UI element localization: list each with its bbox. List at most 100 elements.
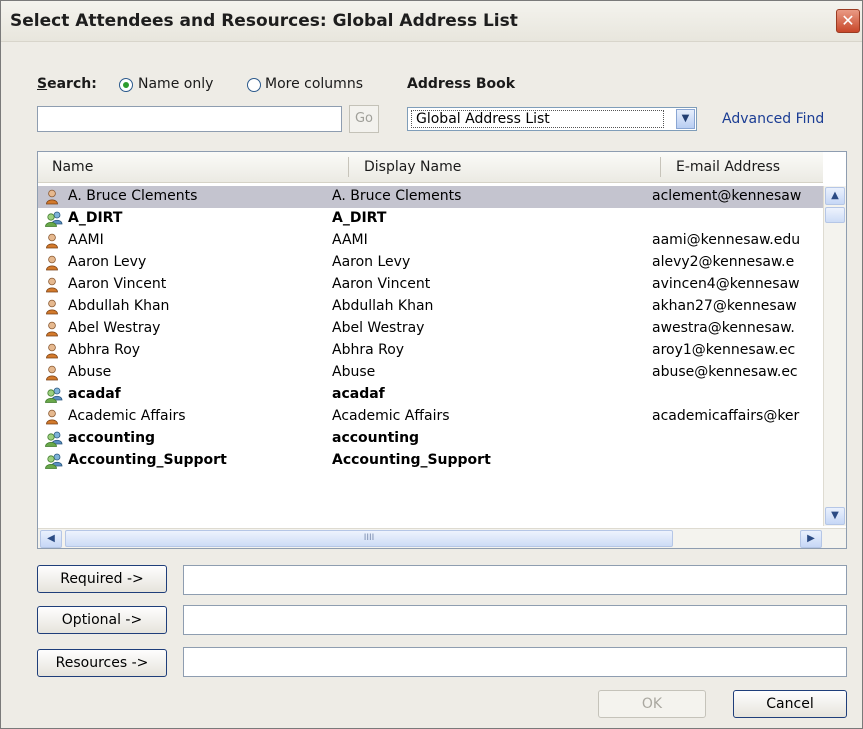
column-divider[interactable]	[348, 157, 349, 177]
row-email: abuse@kennesaw.ec	[652, 364, 798, 380]
list-item[interactable]: Abdullah Khan Abdullah Khan akhan27@kennes…	[38, 296, 823, 318]
group-icon	[45, 387, 63, 407]
row-display-name: acadaf	[332, 386, 385, 402]
column-divider[interactable]	[660, 157, 661, 177]
row-name: Aaron Levy	[68, 254, 147, 270]
person-icon	[45, 409, 59, 429]
row-display-name: accounting	[332, 430, 420, 446]
radio-name-only[interactable]	[119, 78, 133, 92]
optional-field[interactable]	[183, 605, 847, 635]
column-header-display-name[interactable]: Display Name	[364, 159, 461, 175]
row-name: acadaf	[68, 386, 121, 402]
row-email: aroy1@kennesaw.ec	[652, 342, 796, 358]
scroll-right-icon[interactable]: ▶	[800, 530, 822, 548]
row-name: A_DIRT	[68, 210, 123, 226]
group-icon	[45, 453, 63, 473]
advanced-find-link[interactable]: Advanced Find	[722, 111, 824, 127]
go-button[interactable]: Go	[349, 105, 379, 133]
list-rows: A. Bruce Clements A. Bruce Clements acleme…	[38, 186, 823, 472]
row-display-name: Abdullah Khan	[332, 298, 434, 314]
required-field[interactable]	[183, 565, 847, 595]
address-book-label: Address Book	[407, 76, 516, 92]
group-icon	[45, 211, 63, 231]
row-display-name: AAMI	[332, 232, 368, 248]
group-icon	[45, 431, 63, 451]
row-display-name: Academic Affairs	[332, 408, 450, 424]
row-name: Aaron Vincent	[68, 276, 167, 292]
list-item[interactable]: acadaf acadaf	[38, 384, 823, 406]
person-icon	[45, 189, 59, 209]
list-item[interactable]: AAMI AAMI aami@kennesaw.edu	[38, 230, 823, 252]
resources-field[interactable]	[183, 647, 847, 677]
required-button[interactable]: Required ->	[37, 565, 167, 593]
search-label-rest: earch:	[47, 76, 97, 92]
row-email: academicaffairs@ker	[652, 408, 800, 424]
window-title: Select Attendees and Resources: Global A…	[10, 11, 518, 31]
person-icon	[45, 321, 59, 341]
list-item[interactable]: Academic Affairs Academic Affairs academic…	[38, 406, 823, 428]
scroll-thumb[interactable]	[825, 207, 845, 223]
row-display-name: Aaron Levy	[332, 254, 411, 270]
row-name: Abdullah Khan	[68, 298, 170, 314]
chevron-down-icon[interactable]: ▼	[676, 109, 695, 129]
row-name: accounting	[68, 430, 156, 446]
vertical-scrollbar[interactable]: ▲ ▼	[823, 186, 846, 526]
list-item[interactable]: Abuse Abuse abuse@kennesaw.ec	[38, 362, 823, 384]
cancel-button[interactable]: Cancel	[733, 690, 847, 718]
close-icon: ✕	[841, 11, 855, 30]
row-email: akhan27@kennesaw	[652, 298, 797, 314]
row-display-name: A_DIRT	[332, 210, 387, 226]
scroll-left-icon[interactable]: ◀	[40, 530, 62, 548]
horizontal-scroll-thumb[interactable]: IIII	[65, 530, 673, 547]
address-book-dropdown[interactable]: Global Address List ▼	[407, 107, 697, 131]
person-icon	[45, 365, 59, 385]
list-item[interactable]: accounting accounting	[38, 428, 823, 450]
resources-button[interactable]: Resources ->	[37, 649, 167, 677]
list-item[interactable]: Abel Westray Abel Westray awestra@kennesaw…	[38, 318, 823, 340]
row-display-name: A. Bruce Clements	[332, 188, 462, 204]
list-item[interactable]: Aaron Levy Aaron Levy alevy2@kennesaw.e	[38, 252, 823, 274]
row-name: Academic Affairs	[68, 408, 186, 424]
scroll-down-icon[interactable]: ▼	[825, 507, 845, 525]
close-button[interactable]: ✕	[836, 9, 860, 33]
row-display-name: Abel Westray	[332, 320, 425, 336]
list-header: Name Display Name E-mail Address	[38, 152, 823, 183]
row-email: aami@kennesaw.edu	[652, 232, 801, 248]
search-label: Search:	[37, 76, 97, 92]
list-item[interactable]: Accounting_Support Accounting_Support	[38, 450, 823, 472]
list-item[interactable]: Aaron Vincent Aaron Vincent avincen4@kenne…	[38, 274, 823, 296]
row-name: A. Bruce Clements	[68, 188, 198, 204]
person-icon	[45, 233, 59, 253]
row-name: Abel Westray	[68, 320, 161, 336]
address-book-selected: Global Address List	[411, 110, 664, 128]
list-item[interactable]: A_DIRT A_DIRT	[38, 208, 823, 230]
column-header-email[interactable]: E-mail Address	[676, 159, 780, 175]
search-input[interactable]	[37, 106, 342, 132]
radio-more-columns-label[interactable]: More columns	[265, 76, 363, 92]
horizontal-scrollbar[interactable]: ◀ IIII ▶	[38, 528, 846, 548]
optional-button[interactable]: Optional ->	[37, 606, 167, 634]
list-item[interactable]: A. Bruce Clements A. Bruce Clements acleme…	[38, 186, 823, 208]
person-icon	[45, 299, 59, 319]
row-name: Accounting_Support	[68, 452, 227, 468]
person-icon	[45, 255, 59, 275]
row-display-name: Abhra Roy	[332, 342, 405, 358]
row-display-name: Aaron Vincent	[332, 276, 431, 292]
person-icon	[45, 343, 59, 363]
list-item[interactable]: Abhra Roy Abhra Roy aroy1@kennesaw.ec	[38, 340, 823, 362]
radio-name-only-label[interactable]: Name only	[138, 76, 213, 92]
address-list[interactable]: Name Display Name E-mail Address A. Bruc…	[37, 151, 847, 549]
row-name: Abhra Roy	[68, 342, 141, 358]
row-email: awestra@kennesaw.	[652, 320, 795, 336]
scroll-up-icon[interactable]: ▲	[825, 187, 845, 205]
row-name: Abuse	[68, 364, 112, 380]
row-name: AAMI	[68, 232, 104, 248]
row-display-name: Accounting_Support	[332, 452, 491, 468]
row-display-name: Abuse	[332, 364, 376, 380]
ok-button[interactable]: OK	[598, 690, 706, 718]
select-attendees-dialog: Select Attendees and Resources: Global A…	[0, 0, 863, 729]
radio-more-columns[interactable]	[247, 78, 261, 92]
column-header-name[interactable]: Name	[52, 159, 93, 175]
title-bar[interactable]: Select Attendees and Resources: Global A…	[1, 1, 862, 42]
row-email: aclement@kennesaw	[652, 188, 802, 204]
